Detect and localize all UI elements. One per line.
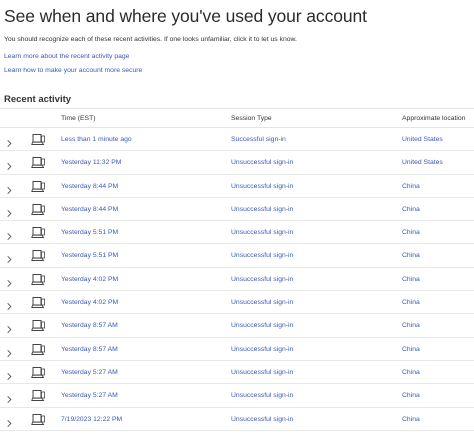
header-time: Time (EST)	[61, 115, 96, 122]
table-row[interactable]: Less than 1 minute ago Successful sign-in…	[0, 128, 474, 152]
laptop-icon	[31, 319, 45, 332]
table-row[interactable]: Yesterday 4:02 PM Unsuccessful sign-in Chi…	[0, 268, 474, 292]
chevron-right-icon[interactable]	[5, 182, 14, 194]
laptop-icon	[31, 249, 45, 262]
row-time[interactable]: Yesterday 8:57 AM	[61, 322, 118, 329]
table-row[interactable]: Yesterday 8:57 AM Unsuccessful sign-in Chi…	[0, 314, 474, 338]
row-location: China	[402, 229, 420, 237]
header-location: Approximate location	[402, 115, 466, 122]
table-row[interactable]: 7/19/2023 12:22 PM Unsuccessful sign-in Ch…	[0, 408, 474, 431]
table-row[interactable]: Yesterday 4:02 PM Unsuccessful sign-in Chi…	[0, 291, 474, 315]
row-session-type: Unsuccessful sign-in	[231, 229, 294, 237]
header-session-type: Session Type	[231, 115, 272, 122]
activity-rows: Less than 1 minute ago Successful sign-in…	[0, 128, 474, 431]
table-row[interactable]: Yesterday 5:27 AM Unsuccessful sign-in Chi…	[0, 384, 474, 408]
laptop-icon	[31, 389, 45, 402]
row-session-type: Successful sign-in	[231, 136, 286, 143]
table-row[interactable]: Yesterday 5:51 PM Unsuccessful sign-in Chi…	[0, 244, 474, 268]
chevron-right-icon[interactable]	[5, 205, 14, 217]
row-time[interactable]: Yesterday 5:51 PM	[61, 252, 118, 259]
row-time[interactable]: Yesterday 8:44 PM	[61, 206, 118, 213]
row-location: China	[402, 392, 420, 400]
row-session-type: Unsuccessful sign-in	[231, 322, 294, 330]
row-time[interactable]: Less than 1 minute ago	[61, 136, 132, 143]
row-time[interactable]: Yesterday 5:27 AM	[61, 369, 118, 376]
laptop-icon	[31, 156, 45, 169]
row-location: China	[402, 345, 420, 353]
row-location: China	[402, 322, 420, 330]
table-row[interactable]: Yesterday 8:44 PM Unsuccessful sign-in Chi…	[0, 198, 474, 222]
chevron-right-icon[interactable]	[5, 415, 14, 427]
laptop-icon	[31, 366, 45, 379]
table-row[interactable]: Yesterday 11:32 PM Unsuccessful sign-in Un…	[0, 151, 474, 175]
learn-more-activity-link[interactable]: Learn more about the recent activity pag…	[4, 53, 129, 60]
row-location: United States	[402, 136, 443, 143]
row-session-type: Unsuccessful sign-in	[231, 368, 294, 376]
row-time[interactable]: Yesterday 11:32 PM	[61, 159, 121, 166]
row-time[interactable]: Yesterday 5:51 PM	[61, 229, 118, 236]
laptop-icon	[31, 226, 45, 239]
section-title-recent-activity: Recent activity	[4, 94, 72, 105]
row-time[interactable]: Yesterday 8:44 PM	[61, 183, 118, 190]
table-row[interactable]: Yesterday 8:44 PM Unsuccessful sign-in Chi…	[0, 175, 474, 198]
row-location: China	[402, 415, 420, 423]
chevron-right-icon[interactable]	[5, 158, 14, 171]
row-time[interactable]: Yesterday 8:57 AM	[61, 346, 118, 353]
table-row[interactable]: Yesterday 8:57 AM Unsuccessful sign-in Chi…	[0, 338, 474, 361]
row-location: China	[402, 368, 420, 376]
row-session-type: Unsuccessful sign-in	[231, 159, 294, 167]
row-session-type: Unsuccessful sign-in	[231, 299, 294, 307]
chevron-right-icon[interactable]	[5, 298, 14, 311]
row-session-type: Unsuccessful sign-in	[231, 205, 294, 213]
row-session-type: Unsuccessful sign-in	[231, 345, 294, 353]
activity-table: Time (EST) Session Type Approximate loca…	[0, 108, 474, 431]
chevron-right-icon[interactable]	[5, 368, 14, 380]
row-time[interactable]: Yesterday 4:02 PM	[61, 276, 118, 283]
row-session-type: Unsuccessful sign-in	[231, 392, 294, 400]
table-header: Time (EST) Session Type Approximate loca…	[0, 108, 474, 128]
chevron-right-icon[interactable]	[5, 345, 14, 357]
row-location: United States	[402, 159, 443, 167]
row-location: China	[402, 205, 420, 213]
row-time[interactable]: 7/19/2023 12:22 PM	[61, 416, 122, 423]
row-location: China	[402, 252, 420, 260]
row-session-type: Unsuccessful sign-in	[231, 182, 294, 190]
chevron-right-icon[interactable]	[5, 321, 14, 334]
laptop-icon	[31, 273, 45, 286]
row-time[interactable]: Yesterday 5:27 AM	[61, 392, 118, 399]
laptop-icon	[31, 133, 45, 146]
chevron-right-icon[interactable]	[5, 135, 14, 147]
row-location: China	[402, 275, 420, 283]
laptop-icon	[31, 180, 45, 193]
laptop-icon	[31, 413, 45, 426]
table-row[interactable]: Yesterday 5:51 PM Unsuccessful sign-in Chi…	[0, 221, 474, 245]
row-session-type: Unsuccessful sign-in	[231, 275, 294, 283]
chevron-right-icon[interactable]	[5, 228, 14, 241]
chevron-right-icon[interactable]	[5, 251, 14, 264]
page-subtitle: You should recognize each of these recen…	[4, 36, 297, 43]
row-time[interactable]: Yesterday 4:02 PM	[61, 299, 118, 306]
row-session-type: Unsuccessful sign-in	[231, 415, 294, 423]
row-session-type: Unsuccessful sign-in	[231, 252, 294, 260]
laptop-icon	[31, 296, 45, 309]
row-location: China	[402, 299, 420, 307]
laptop-icon	[31, 203, 45, 216]
chevron-right-icon[interactable]	[5, 275, 14, 287]
page-title: See when and where you've used your acco…	[4, 6, 367, 26]
table-row[interactable]: Yesterday 5:27 AM Unsuccessful sign-in Chi…	[0, 361, 474, 385]
chevron-right-icon[interactable]	[5, 391, 14, 404]
learn-secure-account-link[interactable]: Learn how to make your account more secu…	[4, 67, 142, 74]
laptop-icon	[31, 343, 45, 356]
row-location: China	[402, 182, 420, 190]
